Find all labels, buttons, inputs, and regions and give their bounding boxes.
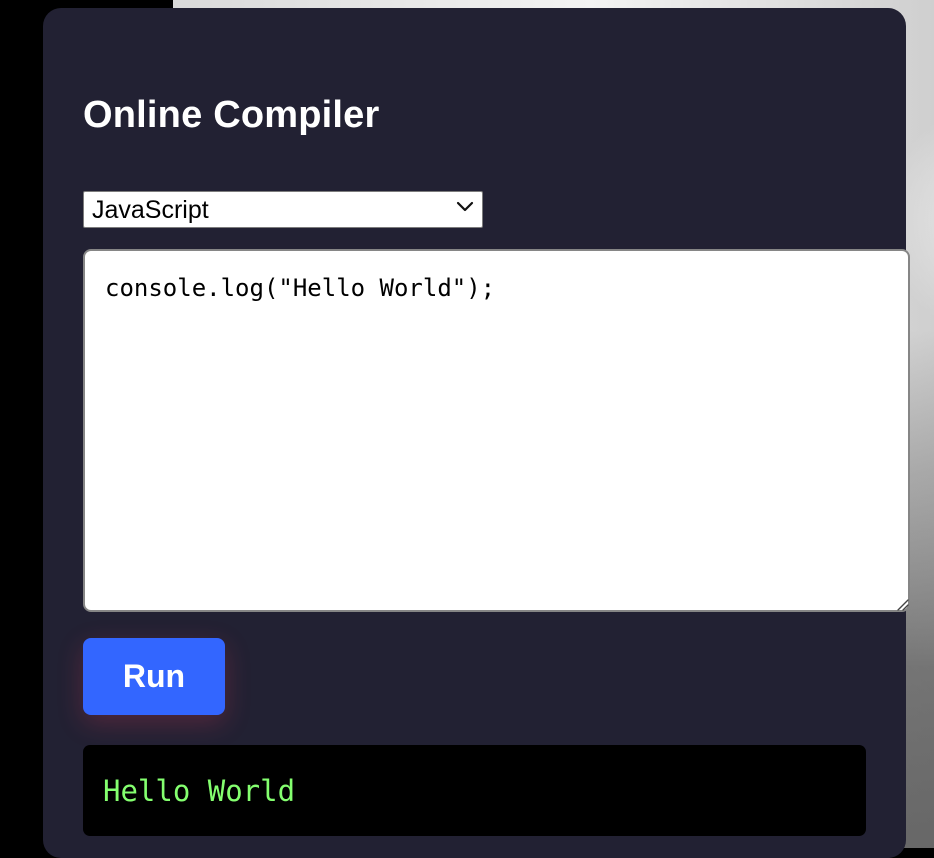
code-editor[interactable]: console.log("Hello World");: [83, 249, 910, 612]
chevron-down-icon: [456, 201, 474, 212]
output-console: Hello World: [83, 745, 866, 836]
run-button[interactable]: Run: [83, 638, 225, 715]
compiler-card: Online Compiler JavaScript console.log("…: [43, 8, 910, 858]
page-title: Online Compiler: [83, 94, 380, 136]
resize-grip-icon[interactable]: [895, 597, 909, 611]
language-select-value[interactable]: JavaScript: [83, 191, 483, 228]
language-select[interactable]: JavaScript: [83, 191, 483, 228]
